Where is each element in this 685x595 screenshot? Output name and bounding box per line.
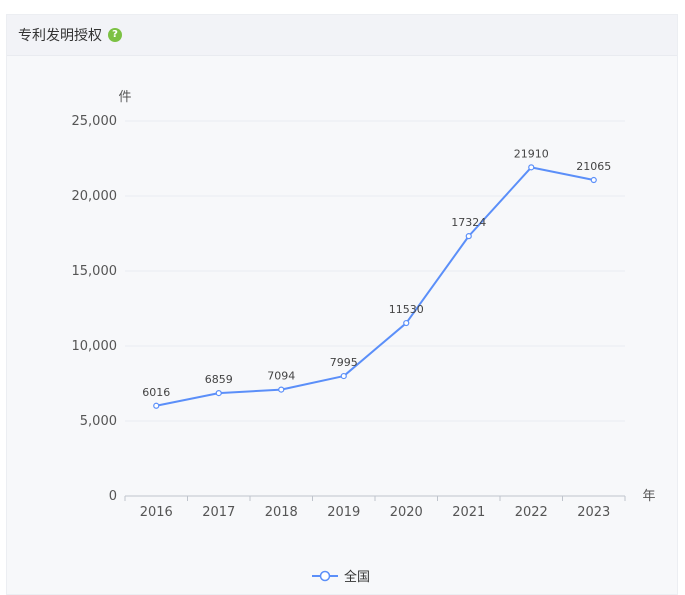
x-tick-label: 2018 — [265, 505, 298, 520]
data-point — [403, 319, 410, 327]
data-label: 21910 — [514, 147, 549, 160]
x-tick-label: 2016 — [140, 505, 173, 520]
y-axis-unit: 件 — [118, 90, 131, 105]
data-point — [340, 372, 347, 380]
y-tick-label: 15,000 — [72, 264, 118, 279]
y-tick-label: 25,000 — [72, 114, 118, 129]
data-point — [465, 233, 472, 240]
x-axis-unit: 年 — [642, 489, 655, 504]
data-label: 17324 — [451, 216, 486, 229]
data-point — [590, 176, 597, 184]
series-line — [156, 166, 594, 407]
data-label: 7094 — [267, 370, 295, 383]
legend-label: 全国 — [344, 569, 370, 585]
data-label: 6016 — [142, 386, 170, 399]
data-label: 6859 — [205, 373, 233, 386]
data-label: 7995 — [330, 356, 358, 369]
y-tick-label: 20,000 — [72, 189, 118, 204]
y-tick-label: 10,000 — [72, 339, 118, 354]
data-point — [278, 386, 285, 393]
data-label: 21065 — [576, 160, 611, 173]
legend-marker — [319, 570, 331, 582]
x-tick-label: 2022 — [515, 505, 548, 520]
data-point — [528, 164, 535, 171]
x-tick-label: 2017 — [202, 505, 235, 520]
x-tick-label: 2021 — [452, 505, 485, 520]
x-tick-label: 2020 — [390, 505, 423, 520]
y-tick-label: 5,000 — [80, 414, 117, 429]
chart-canvas: 0 5,000 10,000 15,000 20,000 25,000 2016 2017 20… — [72, 90, 656, 585]
data-point — [153, 402, 160, 409]
x-tick-label: 2023 — [577, 505, 610, 520]
x-tick-label: 2019 — [327, 505, 360, 520]
data-label: 11530 — [389, 303, 424, 316]
y-tick-label: 0 — [109, 489, 117, 504]
data-point — [215, 390, 222, 397]
